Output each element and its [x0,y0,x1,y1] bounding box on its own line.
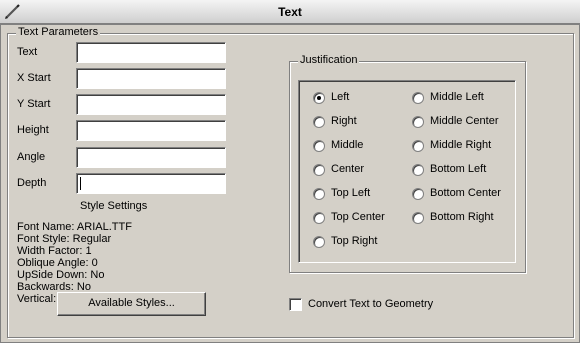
radio-bottom-right-button[interactable] [412,212,424,224]
depth-label: Depth [17,177,47,189]
available-styles-button[interactable]: Available Styles... [57,292,206,316]
radio-top-center-button[interactable] [313,212,325,224]
y-start-label: Y Start [17,98,51,110]
angle-label: Angle [17,151,46,163]
radio-right-button[interactable] [313,116,325,128]
radio-left-button[interactable] [313,92,325,104]
radio-right-label: Right [331,115,357,127]
style-settings-heading: Style Settings [80,200,148,212]
angle-input[interactable] [76,147,226,168]
y-start-input[interactable] [76,94,226,115]
radio-top-right-label: Top Right [331,235,378,247]
radio-middle-label: Middle [331,139,364,151]
radio-middle-center-button[interactable] [412,116,424,128]
radio-bottom-right-label: Bottom Right [430,211,494,223]
style-font-name: Font Name: ARIAL.TTF [17,221,132,233]
text-parameters-legend: Text Parameters [16,26,101,38]
radio-middle-right-label: Middle Right [430,139,492,151]
justification-legend: Justification [298,54,360,66]
radio-bottom-left-button[interactable] [412,164,424,176]
convert-geometry-label[interactable]: Convert Text to Geometry [308,298,433,310]
radio-middle-button[interactable] [313,140,325,152]
depth-input[interactable] [76,173,226,194]
radio-middle-right-button[interactable] [412,140,424,152]
height-label: Height [17,124,49,136]
radio-center-label: Center [331,163,365,175]
radio-center-button[interactable] [313,164,325,176]
style-upside-down: UpSide Down: No [17,269,105,281]
radio-top-center-label: Top Center [331,211,385,223]
radio-middle-left-button[interactable] [412,92,424,104]
text-input[interactable] [76,42,226,63]
radio-top-left-label: Top Left [331,187,371,199]
title-bar: Text [0,0,580,24]
radio-middle-left-label: Middle Left [430,91,484,103]
window-title: Text [278,5,302,19]
style-font-style: Font Style: Regular [17,233,112,245]
height-input[interactable] [76,120,226,141]
radio-left-label: Left [331,91,350,103]
style-oblique-angle: Oblique Angle: 0 [17,257,98,269]
convert-geometry-checkbox[interactable] [289,298,302,311]
text-label: Text [17,46,38,58]
text-caret [80,177,81,190]
radio-middle-center-label: Middle Center [430,115,499,127]
radio-bottom-center-label: Bottom Center [430,187,501,199]
radio-top-right-button[interactable] [313,236,325,248]
radio-top-left-button[interactable] [313,188,325,200]
style-width-factor: Width Factor: 1 [17,245,92,257]
x-start-input[interactable] [76,68,226,89]
radio-bottom-left-label: Bottom Left [430,163,487,175]
x-start-label: X Start [17,72,51,84]
radio-bottom-center-button[interactable] [412,188,424,200]
